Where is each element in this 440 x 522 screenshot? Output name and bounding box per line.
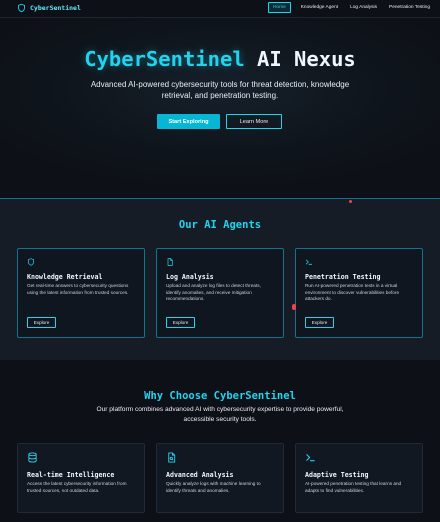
why-section: Why Choose CyberSentinel Our platform co… (0, 360, 440, 522)
agents-heading: Our AI Agents (178, 219, 262, 231)
agent-card-log-analysis: Log Analysis Upload and analyze log file… (156, 248, 284, 338)
agents-section: Our AI Agents Knowledge Retrieval Get re… (0, 198, 440, 361)
agent-card-description: Run AI-powered penetration tests in a vi… (305, 283, 400, 302)
agent-card-description: Upload and analyze log files to detect t… (166, 283, 261, 302)
explore-button[interactable]: Explore (166, 317, 195, 328)
nav-home[interactable]: Home (267, 2, 291, 13)
feature-card-testing: Adaptive Testing AI-powered penetration … (295, 443, 423, 513)
brand-name: CyberSentinel (30, 4, 81, 12)
hero-subtitle: Advanced AI-powered cybersecurity tools … (90, 80, 350, 100)
agent-card-description: Get real-time answers to cybersecurity q… (27, 283, 129, 295)
agent-card-title: Log Analysis (166, 273, 214, 281)
hero-title-accent: CyberSentinel (84, 47, 245, 71)
agent-card-knowledge: Knowledge Retrieval Get real-time answer… (17, 248, 145, 338)
hero-title-rest: AI Nexus (257, 47, 356, 71)
terminal-icon (306, 454, 315, 462)
why-subtitle: Our platform combines advanced AI with c… (96, 406, 344, 423)
start-exploring-button[interactable]: Start Exploring (157, 114, 220, 129)
feature-card-description: Quickly analyze logs with machine learni… (166, 481, 261, 493)
brand-logo[interactable]: CyberSentinel (17, 3, 81, 13)
database-icon (28, 452, 37, 463)
feature-card-description: Access the latest cybersecurity informat… (27, 481, 127, 493)
learn-more-button[interactable]: Learn More (226, 114, 282, 129)
agent-card-title: Knowledge Retrieval (27, 273, 103, 281)
main-nav: Home Knowledge Agent Log Analysis Penetr… (267, 2, 436, 13)
terminal-icon (305, 259, 313, 265)
feature-card-title: Adaptive Testing (305, 471, 369, 479)
feature-card-intelligence: Real-time Intelligence Access the latest… (17, 443, 145, 513)
marker-dot (349, 200, 352, 203)
hero-section: CyberSentinel AI Nexus Advanced AI-power… (0, 18, 440, 198)
marker-dot (292, 304, 296, 310)
top-navbar: CyberSentinel Home Knowledge Agent Log A… (0, 0, 440, 18)
nav-knowledge-agent[interactable]: Knowledge Agent (295, 2, 344, 13)
hero-title: CyberSentinel AI Nexus (0, 47, 440, 71)
why-heading: Why Choose CyberSentinel (144, 390, 296, 402)
nav-penetration-testing[interactable]: Penetration Testing (383, 2, 436, 13)
explore-button[interactable]: Explore (27, 317, 56, 328)
feature-card-analysis: Advanced Analysis Quickly analyze logs w… (156, 443, 284, 513)
agent-card-title: Penetration Testing (305, 273, 381, 281)
feature-card-title: Real-time Intelligence (27, 471, 115, 479)
feature-card-description: AI-powered penetration testing that lear… (305, 481, 402, 493)
file-search-icon (168, 452, 176, 463)
shield-icon (27, 258, 35, 266)
file-icon (167, 258, 173, 266)
nav-log-analysis[interactable]: Log Analysis (344, 2, 383, 13)
shield-icon (18, 3, 25, 13)
agent-card-pentest: Penetration Testing Run AI-powered penet… (295, 248, 423, 338)
explore-button[interactable]: Explore (305, 317, 334, 328)
feature-card-title: Advanced Analysis (166, 471, 234, 479)
